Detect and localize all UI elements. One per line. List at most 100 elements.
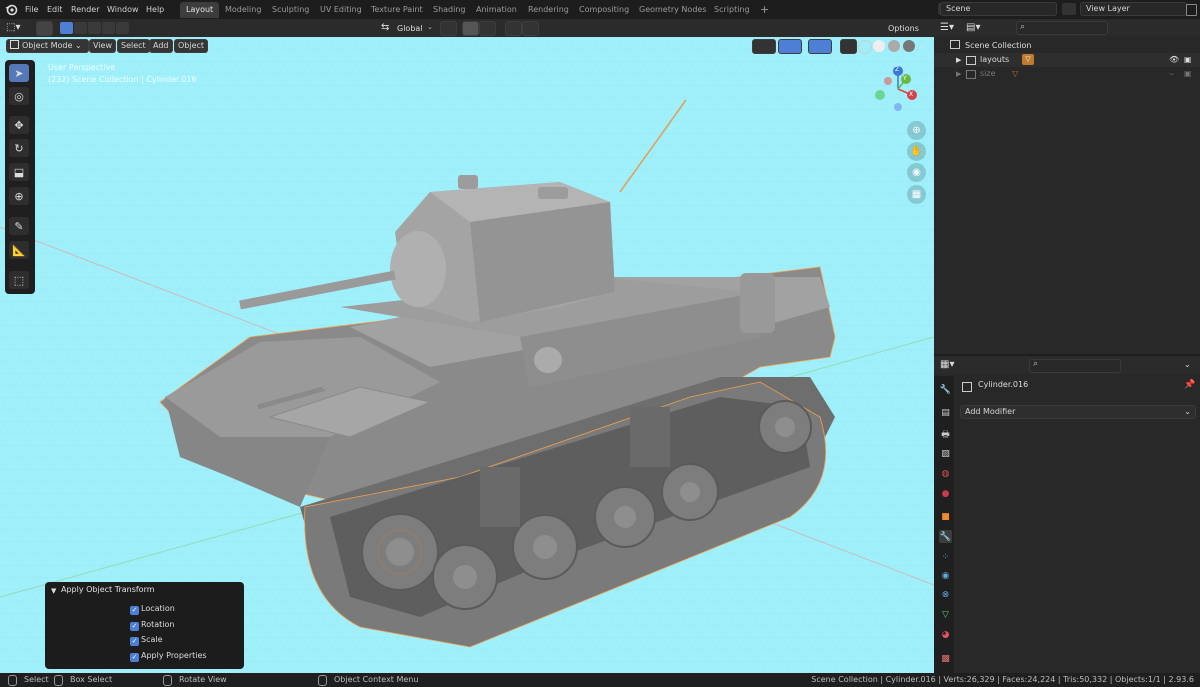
shading-solid-icon[interactable] xyxy=(873,40,885,52)
data-tab-icon[interactable]: ▽ xyxy=(939,608,952,621)
view-layer-tab-icon[interactable]: ▨ xyxy=(939,447,952,460)
rotation-checkbox[interactable]: ✓ xyxy=(130,622,139,631)
overlay-toggle-icon[interactable] xyxy=(808,39,832,54)
tab-uv-editing[interactable]: UV Editing xyxy=(314,2,368,18)
select-mode-intersect-icon[interactable] xyxy=(116,22,129,34)
falloff-icon[interactable] xyxy=(522,21,539,36)
add-cube-tool-icon[interactable]: ⬚ xyxy=(9,271,29,289)
render-tab-icon[interactable]: ▤ xyxy=(939,406,952,419)
tab-modeling[interactable]: Modeling xyxy=(219,2,267,18)
particles-tab-icon[interactable]: ⁘ xyxy=(939,550,952,563)
shading-options-icon[interactable]: ⌄ xyxy=(919,41,926,50)
tab-animation[interactable]: Animation xyxy=(470,2,523,18)
outliner-display-icon[interactable]: ▤▾ xyxy=(966,22,984,34)
outliner-scene-collection[interactable]: Scene Collection xyxy=(950,39,1190,53)
texture-tab-icon[interactable]: ▩ xyxy=(939,652,952,665)
rotate-tool-icon[interactable]: ↻ xyxy=(9,139,29,157)
measure-tool-icon[interactable]: 📐 xyxy=(9,241,29,259)
operator-panel-title[interactable]: Apply Object Transform xyxy=(61,585,155,594)
scene-tab-icon[interactable]: ◍ xyxy=(939,467,952,480)
eye-icon[interactable]: 👁 xyxy=(1169,53,1179,67)
proportional-edit-icon[interactable] xyxy=(505,21,522,36)
transform-orientation-dropdown[interactable]: Global xyxy=(397,23,423,35)
3d-viewport[interactable]: User Perspective (232) Scene Collection … xyxy=(0,37,934,673)
tab-sculpting[interactable]: Sculpting xyxy=(266,2,315,18)
shading-material-icon[interactable] xyxy=(888,40,900,52)
zoom-icon[interactable]: ⊕ xyxy=(907,121,926,140)
move-tool-icon[interactable]: ✥ xyxy=(9,116,29,134)
snap-target-icon[interactable] xyxy=(479,21,496,36)
select-mode-invert-icon[interactable] xyxy=(102,22,115,34)
apply-properties-checkbox[interactable]: ✓ xyxy=(130,653,139,662)
scene-field[interactable]: Scene xyxy=(940,2,1057,16)
transform-tool-icon[interactable]: ⊕ xyxy=(9,187,29,205)
view-layer-copy-icon[interactable] xyxy=(1186,4,1197,16)
properties-search-input[interactable] xyxy=(1029,359,1121,373)
collapse-arrow-icon[interactable]: ▼ xyxy=(51,587,56,595)
tool-tab-icon[interactable]: 🔧 xyxy=(939,383,952,396)
tab-compositing[interactable]: Compositing xyxy=(573,2,635,18)
tab-shading[interactable]: Shading xyxy=(427,2,472,18)
outliner-editor-icon[interactable]: ☰▾ xyxy=(940,22,958,34)
menu-render[interactable]: Render xyxy=(71,3,99,16)
view-layer-field[interactable]: View Layer xyxy=(1080,2,1187,16)
tank-model[interactable] xyxy=(0,37,934,673)
properties-editor-icon[interactable]: ▦▾ xyxy=(940,359,958,371)
object-tab-icon[interactable]: ■ xyxy=(939,510,952,523)
scale-checkbox[interactable]: ✓ xyxy=(130,637,139,646)
modifier-tab-icon[interactable]: 🔧 xyxy=(939,530,952,543)
tab-layout[interactable]: Layout xyxy=(180,2,220,18)
view-menu[interactable]: View xyxy=(89,39,116,53)
menu-edit[interactable]: Edit xyxy=(47,3,63,16)
pivot-point-icon[interactable] xyxy=(440,21,457,36)
output-tab-icon[interactable]: 🖶 xyxy=(939,428,952,441)
shading-wireframe-icon[interactable] xyxy=(858,40,872,54)
select-mode-subtract-icon[interactable] xyxy=(88,22,101,34)
select-mode-extend-icon[interactable] xyxy=(74,22,87,34)
add-workspace-button[interactable]: + xyxy=(754,2,775,18)
xray-icon[interactable] xyxy=(840,39,857,54)
tab-geometry-nodes[interactable]: Geometry Nodes xyxy=(633,2,712,18)
gizmo-toggle-icon[interactable] xyxy=(778,39,802,54)
select-tool-icon[interactable] xyxy=(36,21,53,36)
tab-scripting[interactable]: Scripting xyxy=(708,2,756,18)
pin-icon[interactable]: 📌 xyxy=(1184,380,1195,390)
outliner-item-layouts[interactable]: ▶ layouts ▽ 👁 ▣ xyxy=(934,53,1200,67)
options-dropdown[interactable]: Options xyxy=(888,23,919,35)
cursor-tool-icon[interactable]: ◎ xyxy=(9,87,29,105)
select-box-tool-icon[interactable]: ➤ xyxy=(9,64,29,82)
tab-rendering[interactable]: Rendering xyxy=(522,2,575,18)
scale-tool-icon[interactable]: ⬓ xyxy=(9,163,29,181)
editor-type-icon[interactable]: ⬚▾ xyxy=(6,22,28,34)
visibility-icon[interactable] xyxy=(752,39,776,54)
object-menu[interactable]: Object xyxy=(174,39,209,53)
add-menu[interactable]: Add xyxy=(149,39,173,53)
expand-arrow-icon[interactable]: ▶ xyxy=(956,53,961,67)
menu-window[interactable]: Window xyxy=(107,3,139,16)
pan-hand-icon[interactable]: ✋ xyxy=(907,142,926,161)
properties-options-icon[interactable]: ⌄ xyxy=(1184,360,1191,369)
constraints-tab-icon[interactable]: ⊗ xyxy=(939,588,952,601)
location-checkbox[interactable]: ✓ xyxy=(130,606,139,615)
physics-tab-icon[interactable]: ◉ xyxy=(939,569,952,582)
world-tab-icon[interactable]: ● xyxy=(939,487,952,500)
tab-texture-paint[interactable]: Texture Paint xyxy=(365,2,429,18)
add-modifier-dropdown[interactable]: Add Modifier ⌄ xyxy=(960,405,1196,419)
camera-icon[interactable]: ▣ xyxy=(1184,67,1192,81)
outliner-search-input[interactable] xyxy=(1016,21,1108,35)
camera-view-icon[interactable]: ◉ xyxy=(907,163,926,182)
view-layer-icon[interactable] xyxy=(1062,3,1076,15)
material-tab-icon[interactable]: ◕ xyxy=(939,628,952,641)
eye-hidden-icon[interactable]: ⌣ xyxy=(1169,67,1174,81)
snap-icon[interactable] xyxy=(462,21,479,36)
select-mode-new-icon[interactable] xyxy=(60,22,73,34)
outliner-item-size[interactable]: ▶ size ▽ ⌣ ▣ xyxy=(934,67,1200,81)
object-mode-dropdown[interactable]: Object Mode ⌄ xyxy=(6,39,89,53)
perspective-toggle-icon[interactable]: ▦ xyxy=(907,185,926,204)
menu-file[interactable]: File xyxy=(25,3,38,16)
camera-icon[interactable]: ▣ xyxy=(1184,53,1192,67)
select-menu[interactable]: Select xyxy=(117,39,150,53)
annotate-tool-icon[interactable]: ✎ xyxy=(9,217,29,235)
menu-help[interactable]: Help xyxy=(146,3,164,16)
expand-arrow-icon[interactable]: ▶ xyxy=(956,67,961,81)
